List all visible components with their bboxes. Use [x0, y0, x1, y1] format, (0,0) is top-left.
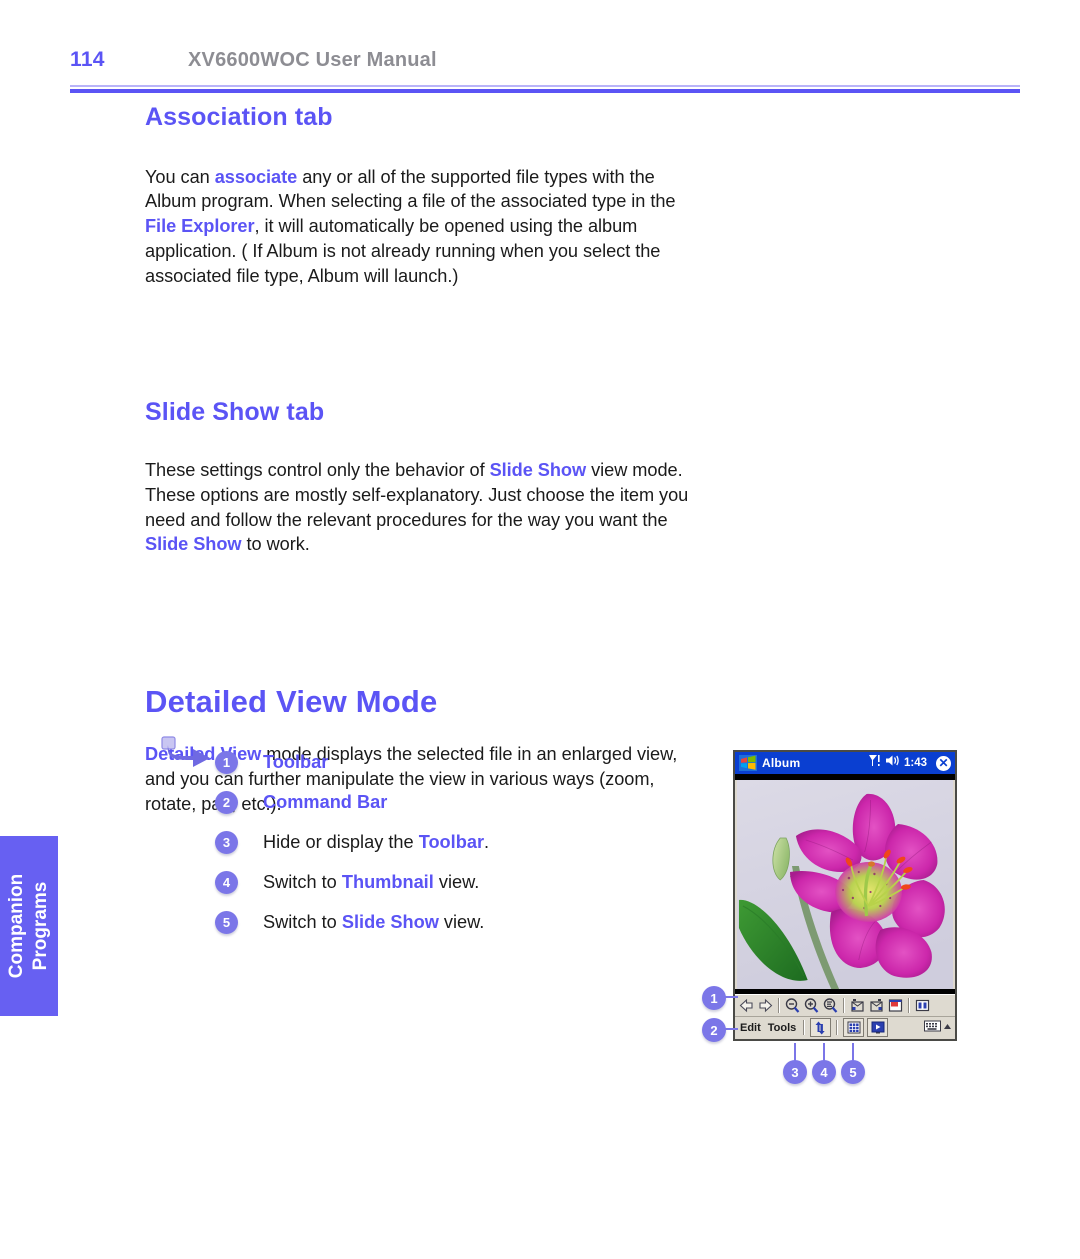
- callout-leader-3: [794, 1043, 796, 1061]
- legend-label-1: Toolbar: [263, 752, 328, 773]
- legend-4-hl: Thumbnail: [341, 871, 434, 892]
- back-arrow-icon[interactable]: [738, 997, 755, 1014]
- ss-link-slide-show-1: Slide Show: [489, 459, 587, 480]
- up-down-arrow-icon: [815, 1021, 825, 1034]
- list-item: 2 Command Bar: [215, 782, 635, 822]
- ss-text-3: to work.: [241, 534, 310, 555]
- list-item: 5 Switch to Slide Show view.: [215, 902, 635, 942]
- legend-label-3: Hide or display the Toolbar.: [263, 832, 489, 853]
- heading-association-tab: Association tab: [145, 103, 333, 131]
- pda-toolbar[interactable]: [735, 994, 955, 1016]
- legend-3-hl: Toolbar: [418, 831, 485, 852]
- side-tab-companion-programs: Companion Programs: [0, 836, 58, 1016]
- legend-5-hl: Slide Show: [341, 911, 439, 932]
- callout-leader-4: [823, 1043, 825, 1061]
- assoc-text-1: You can: [145, 166, 215, 187]
- zoom-in-icon[interactable]: [803, 997, 820, 1014]
- fullscreen-icon[interactable]: [887, 997, 904, 1014]
- callout-badge-3: 3: [783, 1060, 807, 1084]
- legend-badge-2: 2: [215, 790, 238, 814]
- ss-link-slide-show-2: Slide Show: [145, 534, 242, 555]
- header-rule-thin: [70, 85, 1020, 87]
- zoom-out-icon[interactable]: [784, 997, 801, 1014]
- cmdbar-right-group: [924, 1019, 955, 1037]
- menu-tools[interactable]: Tools: [766, 1022, 799, 1034]
- callout-leader-5: [852, 1043, 854, 1061]
- list-item: 1 Toolbar: [215, 742, 635, 782]
- callout-leader-2: [724, 1028, 738, 1030]
- ss-text-1: These settings control only the behavior…: [145, 459, 490, 480]
- cmdbar-separator: [803, 1020, 806, 1035]
- legend-badge-5: 5: [215, 910, 238, 934]
- legend-5-pre: Switch to: [263, 911, 342, 932]
- callout-badge-1: 1: [702, 986, 726, 1010]
- toolbar-separator: [843, 998, 845, 1013]
- speaker-icon[interactable]: [885, 754, 900, 772]
- list-item: 4 Switch to Thumbnail view.: [215, 862, 635, 902]
- toggle-toolbar-button[interactable]: [810, 1018, 832, 1037]
- close-icon[interactable]: ✕: [936, 755, 951, 771]
- toolbar-separator: [778, 998, 780, 1013]
- legend-badge-1: 1: [215, 750, 238, 774]
- legend-badge-3: 3: [215, 830, 238, 854]
- heading-detailed-view-mode: Detailed View Mode: [145, 684, 438, 720]
- callout-badge-2: 2: [702, 1018, 726, 1042]
- windows-logo-icon[interactable]: [739, 755, 757, 771]
- callout-badge-5: 5: [841, 1060, 865, 1084]
- paragraph-association: You can associate any or all of the supp…: [145, 165, 705, 289]
- thumbnail-view-button[interactable]: [843, 1018, 865, 1037]
- legend-3-post: .: [484, 831, 490, 852]
- slideshow-view-button[interactable]: [867, 1018, 889, 1037]
- paragraph-slideshow: These settings control only the behavior…: [145, 458, 705, 557]
- legend-5-post: view.: [438, 911, 485, 932]
- legend-label-2: Command Bar: [263, 792, 387, 813]
- rotate-right-icon[interactable]: [868, 997, 885, 1014]
- assoc-link-associate: associate: [214, 166, 298, 187]
- manual-title: XV6600WOC User Manual: [188, 49, 437, 71]
- list-item: 3 Hide or display the Toolbar.: [215, 822, 635, 862]
- chevron-up-icon[interactable]: [943, 1019, 952, 1037]
- signal-strength-icon[interactable]: [868, 754, 881, 773]
- side-tab-line2: Programs: [30, 881, 51, 971]
- note-arrow-icon: [160, 736, 216, 776]
- keyboard-icon[interactable]: [924, 1019, 941, 1037]
- forward-arrow-icon[interactable]: [757, 997, 774, 1014]
- slideshow-icon: [871, 1021, 885, 1034]
- legend-label-5: Switch to Slide Show view.: [263, 912, 484, 933]
- side-tab-line1: Companion: [6, 873, 27, 979]
- legend-badge-4: 4: [215, 870, 238, 894]
- legend-1-hl: Toolbar: [263, 751, 329, 772]
- legend-2-hl: Command Bar: [263, 791, 388, 812]
- pda-system-tray: 1:43 ✕: [868, 754, 951, 773]
- legend-4-pre: Switch to: [263, 871, 342, 892]
- callout-leader-1: [724, 996, 738, 998]
- pda-device-screenshot: Album 1:43 ✕ Edit Tools: [733, 750, 957, 1041]
- assoc-link-file-explorer: File Explorer: [145, 216, 255, 237]
- legend-list: 1 Toolbar 2 Command Bar 3 Hide or displa…: [215, 742, 635, 942]
- zoom-fit-icon[interactable]: [822, 997, 839, 1014]
- legend-3-pre: Hide or display the: [263, 831, 419, 852]
- split-view-icon[interactable]: [914, 997, 931, 1014]
- legend-label-4: Switch to Thumbnail view.: [263, 872, 479, 893]
- header-rule-thick: [70, 89, 1020, 93]
- legend-4-post: view.: [433, 871, 480, 892]
- rotate-left-icon[interactable]: [849, 997, 866, 1014]
- menu-edit[interactable]: Edit: [738, 1022, 763, 1034]
- pda-title-bar: Album 1:43 ✕: [735, 752, 955, 774]
- heading-slide-show-tab: Slide Show tab: [145, 398, 325, 427]
- toolbar-separator: [908, 998, 910, 1013]
- thumbnail-grid-icon: [847, 1021, 861, 1034]
- page-number: 114: [70, 48, 105, 71]
- lily-flower-photo: [737, 780, 953, 989]
- pda-clock[interactable]: 1:43: [904, 757, 927, 769]
- pda-command-bar[interactable]: Edit Tools: [735, 1016, 955, 1038]
- pda-app-title: Album: [762, 756, 801, 770]
- callout-badge-4: 4: [812, 1060, 836, 1084]
- main-content: Association tab You can associate any or…: [145, 103, 705, 817]
- side-tab-label: Companion Programs: [5, 874, 53, 979]
- cmdbar-separator: [836, 1020, 839, 1035]
- pda-photo-canvas[interactable]: [735, 780, 955, 989]
- page-header: 114 XV6600WOC User Manual: [70, 48, 1020, 88]
